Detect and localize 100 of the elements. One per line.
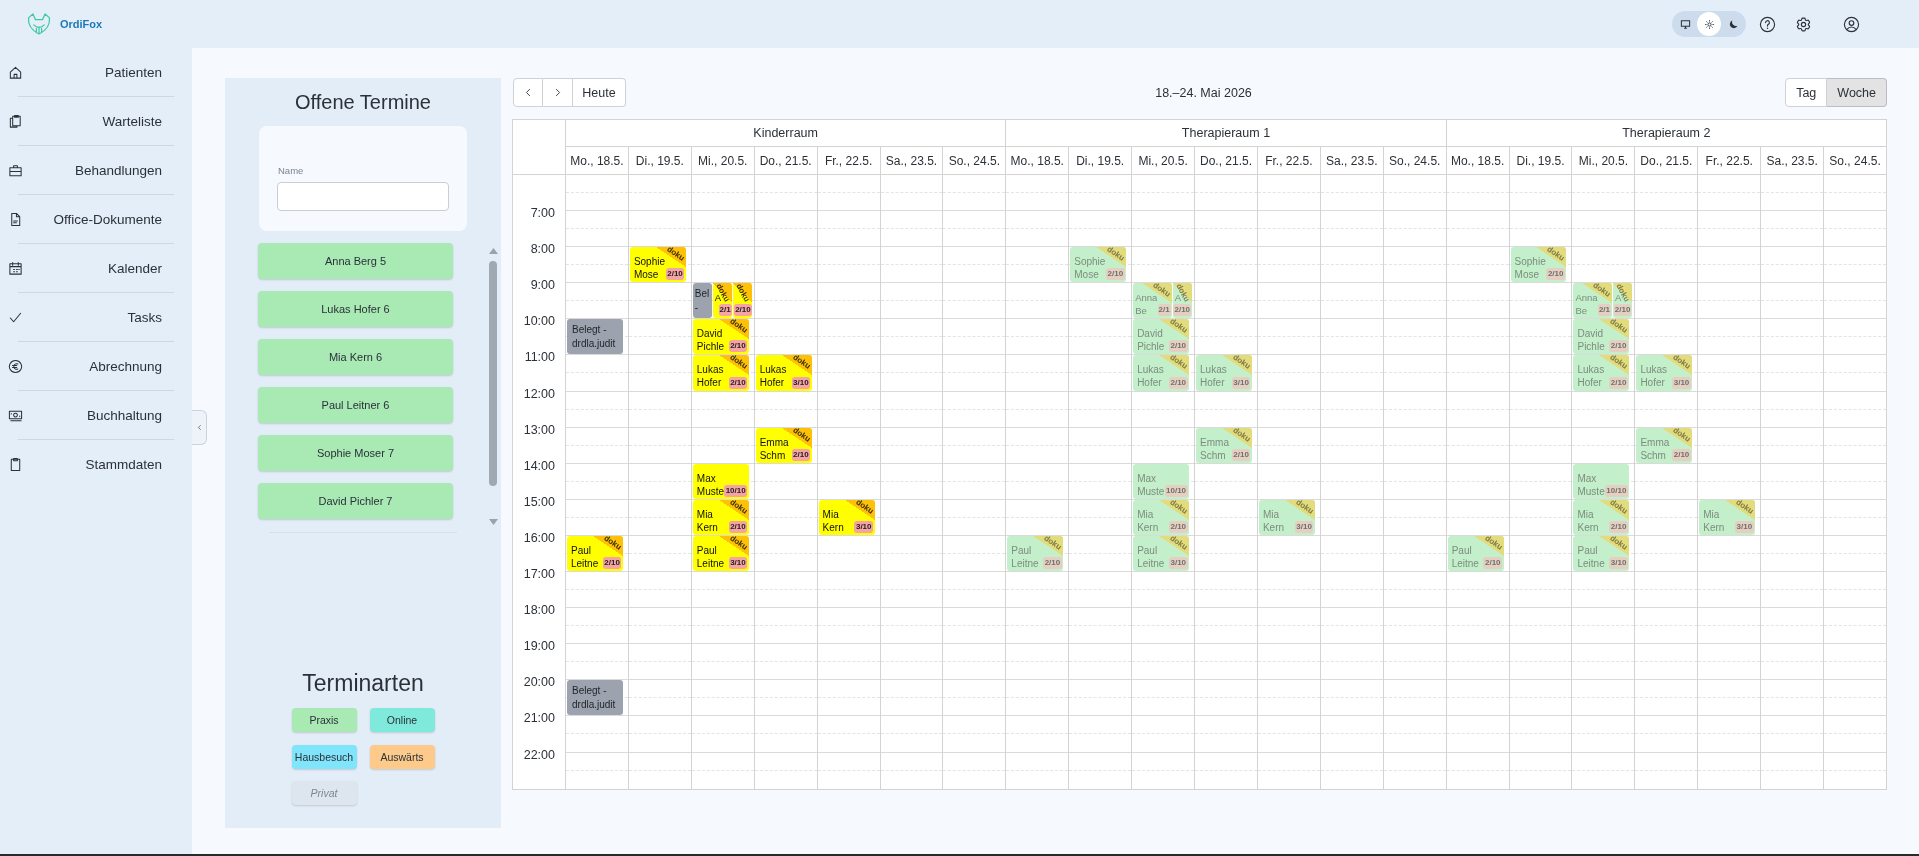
nav-item[interactable]: Buchhaltung: [0, 391, 192, 439]
time-label: 19:00: [523, 638, 555, 655]
name-field[interactable]: [277, 182, 449, 211]
fox-logo-icon: [25, 12, 53, 36]
open-appointment-item[interactable]: Paul Leitner 6: [258, 387, 453, 423]
room-header: Therapieraum 1: [1005, 120, 1446, 147]
nav-item[interactable]: Tasks: [0, 293, 192, 341]
nav-item[interactable]: Patienten: [0, 48, 192, 96]
panel-title: Offene Termine: [295, 90, 431, 114]
session-count: 3/10: [1609, 557, 1628, 570]
event-title: Belegt - drdla.judit: [572, 323, 617, 352]
patient-name: Mia Kern: [822, 507, 844, 534]
doku-flag: doku: [732, 283, 752, 304]
nav-item[interactable]: Behandlungen: [0, 146, 192, 194]
type-button[interactable]: Auswärts: [369, 744, 435, 769]
nav-item[interactable]: Kalender: [0, 244, 192, 292]
appointment-event[interactable]: doku A 2/10: [1613, 283, 1633, 319]
moon-icon: [1727, 18, 1739, 30]
time-label: 7:00: [530, 205, 555, 222]
appointment-event[interactable]: Max Muste 10/10: [1573, 463, 1630, 499]
session-count: 2/10: [1168, 340, 1188, 353]
appointment-event[interactable]: doku A 2/10: [1172, 283, 1193, 319]
day-header: Mo., 18.5.: [1445, 147, 1509, 175]
day-header: Mi., 20.5.: [1131, 147, 1195, 175]
type-button[interactable]: Online: [369, 708, 435, 732]
session-count: 3/10: [1672, 376, 1691, 389]
collapse-button[interactable]: [192, 410, 207, 445]
open-appointment-item[interactable]: Anna Berg 5: [258, 243, 453, 279]
patient-name: Max Muste: [1137, 471, 1165, 498]
session-count: 2/10: [1483, 557, 1503, 570]
session-count: 10/10: [724, 484, 748, 497]
nav-item[interactable]: Warteliste: [0, 97, 192, 145]
account-button[interactable]: [1841, 14, 1861, 34]
chevron-left-icon: [194, 423, 204, 432]
session-count: 2/10: [728, 376, 748, 389]
appointment-event[interactable]: doku 2/10: [732, 283, 752, 319]
blocked-event[interactable]: Belegt - drdla.judit: [567, 319, 623, 355]
open-appointment-item[interactable]: Sophie Moser 7: [258, 435, 453, 471]
nav-item[interactable]: Stammdaten: [0, 440, 192, 488]
scrollbar-thumb[interactable]: [489, 261, 497, 486]
time-label: 14:00: [523, 457, 555, 474]
time-label: 21:00: [523, 710, 555, 727]
scroll-down-icon[interactable]: [488, 519, 498, 525]
session-count: 2/10: [791, 448, 811, 461]
scroll-up-icon[interactable]: [488, 248, 498, 254]
session-count: 3/10: [854, 520, 873, 533]
appointment-event[interactable]: doku A 2/1: [712, 283, 732, 319]
session-count: 2/1: [1597, 304, 1611, 317]
session-count: 2/10: [1609, 340, 1628, 353]
nav-item[interactable]: Office-Dokumente: [0, 195, 192, 243]
blocked-event[interactable]: Belegt - drdla.judit: [567, 680, 623, 716]
session-count: 2/10: [728, 340, 748, 353]
view-tab[interactable]: Tag: [1785, 78, 1828, 107]
session-count: 2/10: [1231, 448, 1251, 461]
date-range-title: 18.–24. Mai 2026: [1154, 85, 1252, 100]
day-header: Fr., 22.5.: [1256, 147, 1320, 175]
help-button[interactable]: [1757, 14, 1777, 34]
day-header: Di., 19.5.: [1508, 147, 1572, 175]
session-count: 10/10: [1604, 484, 1628, 497]
open-appointment-item[interactable]: Lukas Hofer 6: [258, 291, 453, 327]
clipboards-icon: [8, 113, 23, 129]
day-header: Mi., 20.5.: [690, 147, 754, 175]
session-count: 2/10: [602, 557, 622, 570]
nav-item[interactable]: Abrechnung: [0, 342, 192, 390]
time-label: 12:00: [523, 385, 555, 402]
open-appointment-item[interactable]: David Pichler 7: [258, 483, 453, 519]
type-button[interactable]: Hausbesuch: [291, 744, 357, 769]
time-label: 11:00: [524, 349, 555, 366]
day-header: So., 24.5.: [942, 147, 1006, 175]
patient-name: Mia Kern: [1577, 507, 1599, 534]
session-count: 3/10: [728, 557, 748, 570]
view-tab[interactable]: Woche: [1827, 78, 1887, 107]
session-count: 3/10: [1231, 376, 1251, 389]
session-count: 3/10: [1735, 520, 1754, 533]
day-header: Mi., 20.5.: [1571, 147, 1635, 175]
today-button[interactable]: Heute: [573, 78, 626, 107]
patient-name: Mia Kern: [1703, 507, 1725, 534]
day-header: Mo., 18.5.: [565, 147, 628, 175]
day-header: Mo., 18.5.: [1005, 147, 1069, 175]
session-count: 2/10: [665, 268, 685, 281]
time-label: 20:00: [523, 674, 555, 691]
prev-button[interactable]: [513, 78, 543, 107]
day-header: So., 24.5.: [1382, 147, 1446, 175]
appointment-event[interactable]: Max Muste 10/10: [692, 463, 749, 499]
briefcase-icon: [8, 162, 23, 178]
session-count: 3/10: [791, 376, 811, 389]
next-button[interactable]: [543, 78, 573, 107]
patient-name: Mia Kern: [1137, 507, 1159, 534]
room-header: Kinderraum: [565, 120, 1006, 147]
day-header: Di., 19.5.: [627, 147, 691, 175]
session-count: 2/10: [1609, 376, 1628, 389]
day-header: So., 24.5.: [1823, 147, 1886, 175]
session-count: 2/10: [734, 304, 752, 317]
patient-name: Max Muste: [696, 471, 725, 498]
day-header: Sa., 23.5.: [1760, 147, 1824, 175]
open-appointment-item[interactable]: Mia Kern 6: [258, 339, 453, 375]
day-header: Do., 21.5.: [1634, 147, 1698, 175]
session-count: 2/10: [1168, 376, 1188, 389]
session-count: 2/10: [1609, 520, 1628, 533]
type-button[interactable]: Praxis: [291, 708, 357, 732]
